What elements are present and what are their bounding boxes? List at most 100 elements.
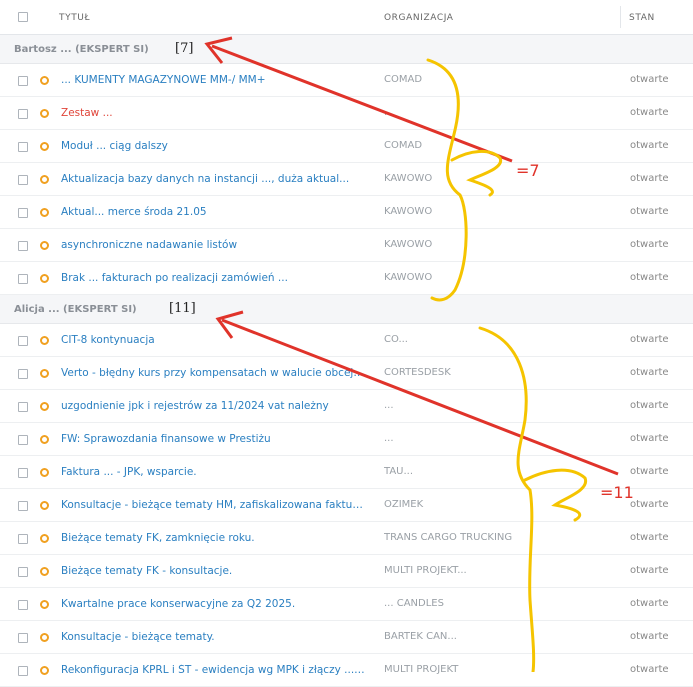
row-checkbox[interactable]	[18, 369, 28, 379]
state-cell: otwarte	[630, 400, 669, 411]
table-row[interactable]: Bieżące tematy FK, zamknięcie roku. TRANS…	[0, 522, 693, 555]
column-organization[interactable]: ORGANIZACJA	[384, 13, 454, 23]
state-cell: otwarte	[630, 206, 669, 217]
task-title-link[interactable]: CIT-8 kontynuacja	[61, 334, 366, 346]
state-cell: otwarte	[630, 173, 669, 184]
row-checkbox[interactable]	[18, 274, 28, 284]
row-checkbox[interactable]	[18, 567, 28, 577]
organization-cell: KAWOWO	[384, 239, 433, 250]
select-all-checkbox[interactable]	[18, 12, 28, 22]
task-title-link[interactable]: ... KUMENTY MAGAZYNOWE MM-/ MM+	[61, 74, 366, 86]
organization-cell: COMAD	[384, 74, 423, 85]
state-cell: otwarte	[630, 631, 669, 642]
table-row[interactable]: asynchroniczne nadawanie listów KAWOWO otw…	[0, 229, 693, 262]
table-row[interactable]: Bieżące tematy FK - konsultacje. MULTI PR…	[0, 555, 693, 588]
column-state[interactable]: STAN	[629, 13, 655, 23]
status-circle-icon	[40, 567, 49, 576]
row-checkbox[interactable]	[18, 633, 28, 643]
state-cell: otwarte	[630, 74, 669, 85]
organization-cell: ...	[384, 400, 394, 411]
task-title-link[interactable]: Moduł ... ciąg dalszy	[61, 140, 366, 152]
group-header[interactable]: Bartosz ... (EKSPERT SI) [7]	[0, 35, 693, 64]
status-circle-icon	[40, 274, 49, 283]
table-row[interactable]: Aktualizacja bazy danych na instancji ..…	[0, 163, 693, 196]
row-checkbox[interactable]	[18, 76, 28, 86]
table-row[interactable]: Kwartalne prace konserwacyjne za Q2 2025…	[0, 588, 693, 621]
row-checkbox[interactable]	[18, 336, 28, 346]
task-title-link[interactable]: Aktual... merce środa 21.05	[61, 206, 366, 218]
state-cell: otwarte	[630, 239, 669, 250]
task-title-link[interactable]: Rekonfiguracja KPRL i ŚT - ewidencja wg …	[61, 664, 366, 676]
table-row[interactable]: Konsultacje - bieżące tematy. BARTEK CAN.…	[0, 621, 693, 654]
table-row[interactable]: Aktual... merce środa 21.05 KAWOWO otwarte	[0, 196, 693, 229]
organization-cell: CORTESDESK	[384, 367, 451, 378]
task-title-link[interactable]: Brak ... fakturach po realizacji zamówie…	[61, 272, 366, 284]
group-name: Bartosz ... (EKSPERT SI)	[14, 44, 149, 55]
organization-cell: CO...	[384, 334, 408, 345]
state-cell: otwarte	[630, 367, 669, 378]
task-title-link[interactable]: FW: Sprawozdania finansowe w Prestiżu	[61, 433, 366, 445]
task-title-link[interactable]: Aktualizacja bazy danych na instancji ..…	[61, 173, 366, 185]
task-title-link[interactable]: Bieżące tematy FK - konsultacje.	[61, 565, 366, 577]
table-row[interactable]: uzgodnienie jpk i rejestrów za 11/2024 v…	[0, 390, 693, 423]
row-checkbox[interactable]	[18, 402, 28, 412]
status-circle-icon	[40, 600, 49, 609]
group-count-annotation: [7]	[175, 41, 194, 56]
row-checkbox[interactable]	[18, 175, 28, 185]
organization-cell: ... CANDLES	[384, 598, 444, 609]
table-row[interactable]: FW: Sprawozdania finansowe w Prestiżu...…	[0, 423, 693, 456]
status-circle-icon	[40, 336, 49, 345]
row-checkbox[interactable]	[18, 666, 28, 676]
status-circle-icon	[40, 666, 49, 675]
row-checkbox[interactable]	[18, 534, 28, 544]
task-title-link[interactable]: Bieżące tematy FK, zamknięcie roku.	[61, 532, 366, 544]
row-checkbox[interactable]	[18, 468, 28, 478]
table-row[interactable]: Rekonfiguracja KPRL i ŚT - ewidencja wg …	[0, 654, 693, 687]
row-checkbox[interactable]	[18, 241, 28, 251]
status-circle-icon	[40, 402, 49, 411]
state-cell: otwarte	[630, 107, 669, 118]
status-circle-icon	[40, 109, 49, 118]
status-circle-icon	[40, 241, 49, 250]
row-checkbox[interactable]	[18, 435, 28, 445]
group-header[interactable]: Alicja ... (EKSPERT SI) [11]	[0, 295, 693, 324]
organization-cell: KAWOWO	[384, 272, 433, 283]
organization-cell: MULTI PROJEKT	[384, 664, 459, 675]
status-circle-icon	[40, 142, 49, 151]
state-cell: otwarte	[630, 433, 669, 444]
table-row[interactable]: Faktura ... - JPK, wsparcie. TAU... otwart…	[0, 456, 693, 489]
row-checkbox[interactable]	[18, 142, 28, 152]
task-title-link[interactable]: Konsultacje - bieżące tematy.	[61, 631, 366, 643]
table-row[interactable]: CIT-8 kontynuacja CO... otwarte	[0, 324, 693, 357]
state-cell: otwarte	[630, 532, 669, 543]
organization-cell: BARTEK CAN...	[384, 631, 457, 642]
row-checkbox[interactable]	[18, 501, 28, 511]
task-title-link[interactable]: Faktura ... - JPK, wsparcie.	[61, 466, 366, 478]
status-circle-icon	[40, 501, 49, 510]
task-title-link[interactable]: Verto - błędny kurs przy kompensatach w …	[61, 367, 366, 379]
table-row[interactable]: Moduł ... ciąg dalszy COMAD otwarte	[0, 130, 693, 163]
row-checkbox[interactable]	[18, 109, 28, 119]
task-title-link[interactable]: Konsultacje - bieżące tematy HM, zafiska…	[61, 499, 366, 511]
task-title-link[interactable]: Zestaw ...	[61, 107, 366, 119]
table-row[interactable]: Konsultacje - bieżące tematy HM, zafiska…	[0, 489, 693, 522]
task-title-link[interactable]: asynchroniczne nadawanie listów	[61, 239, 366, 251]
status-circle-icon	[40, 76, 49, 85]
row-checkbox[interactable]	[18, 208, 28, 218]
table-row[interactable]: Brak ... fakturach po realizacji zamówie…	[0, 262, 693, 295]
state-cell: otwarte	[630, 272, 669, 283]
task-title-link[interactable]: uzgodnienie jpk i rejestrów za 11/2024 v…	[61, 400, 366, 412]
task-title-link[interactable]: Kwartalne prace konserwacyjne za Q2 2025…	[61, 598, 366, 610]
column-title[interactable]: TYTUŁ	[59, 13, 90, 23]
table-row[interactable]: ... KUMENTY MAGAZYNOWE MM-/ MM+ COMAD otwa…	[0, 64, 693, 97]
annotation-count-group2: =11	[600, 483, 634, 502]
annotation-count-group1: =7	[516, 161, 540, 180]
group-count-annotation: [11]	[169, 301, 196, 316]
table-row[interactable]: Zestaw ...... otwarte	[0, 97, 693, 130]
state-cell: otwarte	[630, 466, 669, 477]
organization-cell: COMAD	[384, 140, 423, 151]
table-row[interactable]: Verto - błędny kurs przy kompensatach w …	[0, 357, 693, 390]
status-circle-icon	[40, 175, 49, 184]
status-circle-icon	[40, 208, 49, 217]
row-checkbox[interactable]	[18, 600, 28, 610]
